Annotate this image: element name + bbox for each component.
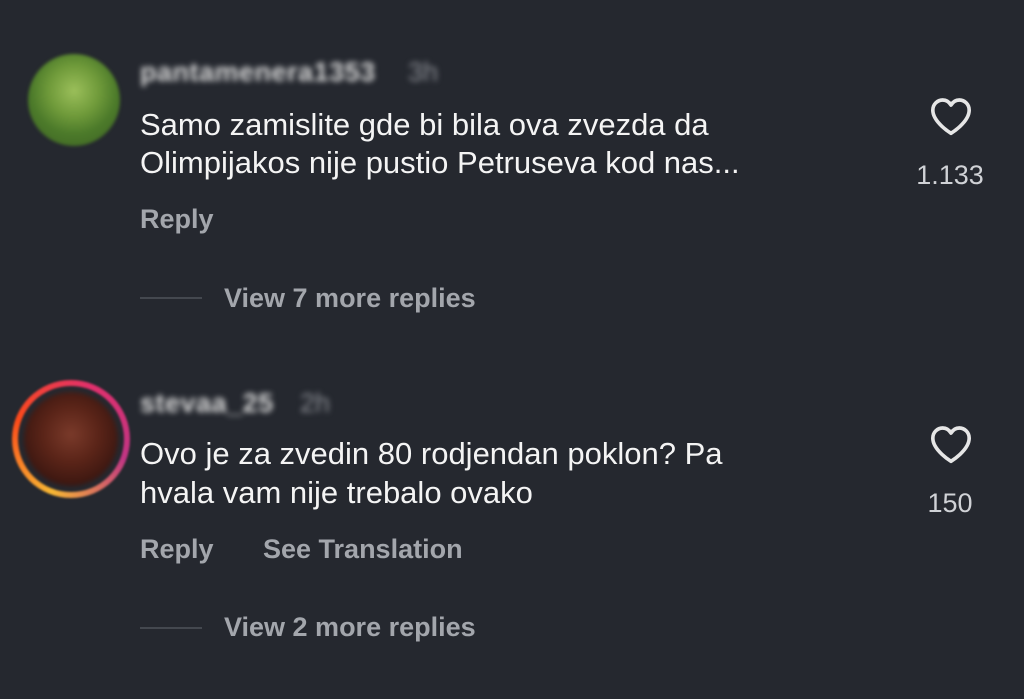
comment-text-line: Samo zamislite gde bi bila ova zvezda da <box>140 107 709 142</box>
like-count: 1.133 <box>916 160 984 190</box>
replies-divider <box>140 297 202 299</box>
view-replies-button[interactable]: View 2 more replies <box>224 612 476 643</box>
comment-text-line: Olimpijakos nije pustio Petruseva kod na… <box>140 145 740 180</box>
view-replies-button[interactable]: View 7 more replies <box>224 283 476 314</box>
avatar-story-ring[interactable] <box>12 380 130 498</box>
avatar[interactable] <box>28 54 120 146</box>
reply-button[interactable]: Reply <box>140 534 214 565</box>
reply-button[interactable]: Reply <box>140 204 214 235</box>
comment-timestamp: 2h <box>300 388 331 418</box>
avatar <box>24 392 118 486</box>
heart-icon[interactable] <box>929 424 973 464</box>
comment-timestamp: 3h <box>408 57 439 87</box>
replies-divider <box>140 627 202 629</box>
comment-text-line: Ovo je za zvedin 80 rodjendan poklon? Pa <box>140 436 723 471</box>
comment-username[interactable]: pantamenera1353 <box>140 57 376 88</box>
comment-text-line: hvala vam nije trebalo ovako <box>140 475 533 510</box>
like-count: 150 <box>927 488 973 518</box>
heart-icon[interactable] <box>929 96 973 136</box>
comment-username[interactable]: stevaa_25 <box>140 388 274 419</box>
see-translation-button[interactable]: See Translation <box>263 534 463 565</box>
